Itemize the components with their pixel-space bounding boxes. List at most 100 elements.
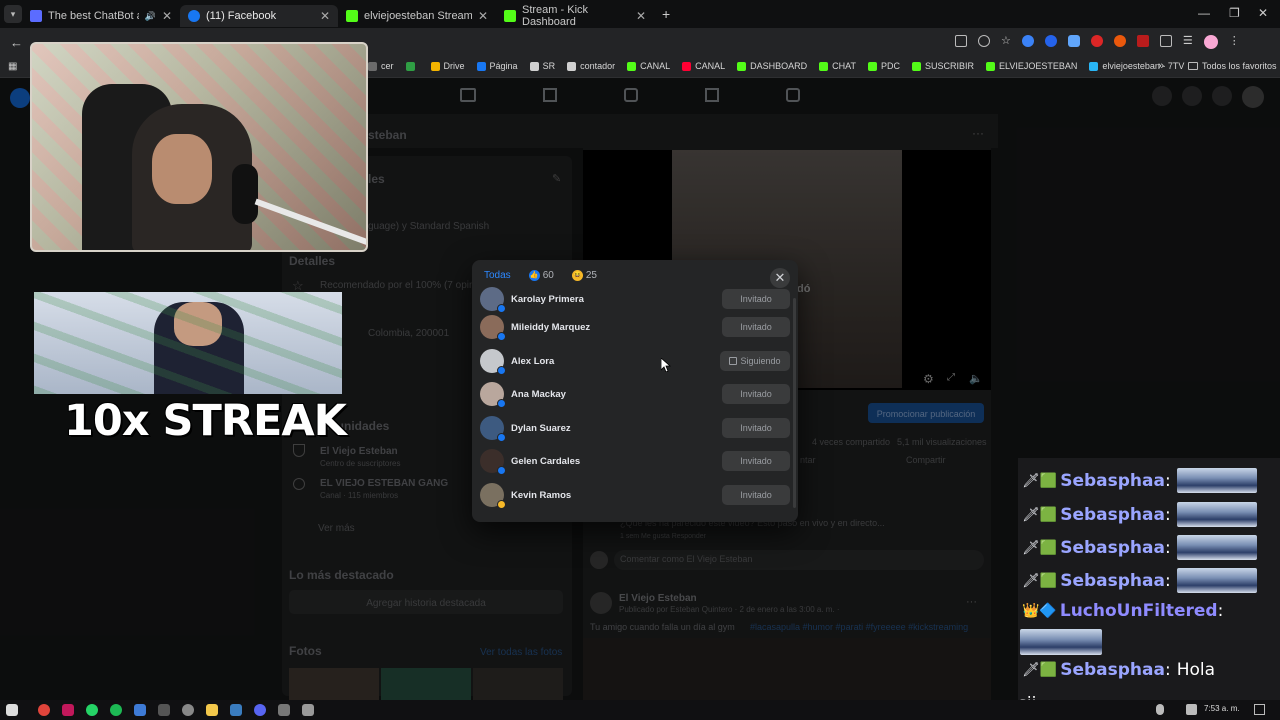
app-icon[interactable] — [62, 704, 74, 716]
profile-avatar[interactable] — [1203, 35, 1218, 49]
person-name[interactable]: Mileiddy Marquez — [511, 322, 590, 333]
bookmark-item[interactable]: ELVIEJOESTEBAN — [986, 61, 1077, 71]
bookmark-item[interactable]: CANAL — [682, 61, 725, 71]
maximize-icon[interactable]: ❐ — [1229, 6, 1240, 20]
tab-chatbot[interactable]: The best ChatBot and Widg 🔊 ✕ — [22, 5, 180, 27]
spotify-icon[interactable] — [110, 704, 122, 716]
bookmark-item[interactable]: SR — [529, 61, 555, 71]
all-favorites-folder[interactable]: Todos los favoritos — [1188, 61, 1277, 71]
extension-icon[interactable] — [1136, 35, 1149, 47]
cast-icon[interactable] — [955, 35, 967, 47]
extension-icon[interactable] — [1067, 35, 1080, 47]
following-button[interactable]: Siguiendo — [720, 351, 790, 371]
extension-icon[interactable] — [1090, 35, 1103, 47]
bookmarks-overflow-icon[interactable]: » — [1158, 60, 1164, 72]
folder-icon[interactable] — [206, 704, 218, 716]
tab-kick-stream[interactable]: elviejoesteban Stream - Watch ✕ — [338, 5, 496, 27]
person-name[interactable]: Ana Mackay — [511, 389, 566, 400]
invited-button[interactable]: Invitado — [722, 451, 790, 471]
extension-icon[interactable] — [1021, 35, 1034, 47]
speaker-tray-icon[interactable] — [1186, 704, 1197, 715]
person-name[interactable]: Alex Lora — [511, 356, 554, 367]
tab-kick-dashboard[interactable]: Stream - Kick Dashboard ✕ — [496, 4, 654, 28]
reaction-person-row[interactable]: Karolay Primera Invitado — [480, 286, 790, 313]
person-avatar[interactable] — [480, 416, 506, 442]
reaction-person-row[interactable]: Gelen Cardales Invitado — [480, 448, 790, 475]
person-name[interactable]: Karolay Primera — [511, 294, 584, 305]
zoom-icon[interactable] — [978, 35, 990, 47]
invited-button[interactable]: Invitado — [722, 485, 790, 505]
chat-username[interactable]: Sebasphaa — [1060, 660, 1165, 680]
clock[interactable]: 7:53 a. m. — [1204, 704, 1240, 713]
bookmark-item[interactable]: SUSCRIBIR — [912, 61, 974, 71]
person-name[interactable]: Kevin Ramos — [511, 490, 571, 501]
bookmark-item[interactable]: elviejoesteban - 7TV — [1089, 61, 1184, 71]
close-tab-icon[interactable]: ✕ — [320, 9, 330, 23]
person-name[interactable]: Gelen Cardales — [511, 456, 580, 467]
chrome-icon[interactable] — [38, 704, 50, 716]
invited-button[interactable]: Invitado — [722, 317, 790, 337]
person-avatar[interactable] — [480, 449, 506, 475]
extension-icon[interactable] — [1044, 35, 1057, 47]
tab-like-reactions[interactable]: 👍 60 — [528, 270, 554, 281]
chat-username[interactable]: LuchoUnFiltered — [1060, 601, 1218, 621]
mic-tray-icon[interactable] — [1156, 704, 1164, 715]
whatsapp-icon[interactable] — [86, 704, 98, 716]
invited-button[interactable]: Invitado — [722, 418, 790, 438]
tab-facebook[interactable]: (11) Facebook ✕ — [180, 5, 338, 27]
tab-all-reactions[interactable]: Todas — [484, 270, 511, 281]
invited-button[interactable]: Invitado — [722, 384, 790, 404]
tab-haha-reactions[interactable]: 😆 25 — [571, 270, 597, 281]
menu-lines-icon[interactable]: ☰ — [1183, 35, 1193, 49]
reaction-person-row[interactable]: Ana Mackay Invitado — [480, 381, 790, 408]
back-icon[interactable]: ← — [10, 35, 23, 50]
bookmark-item[interactable]: Drive — [430, 61, 465, 71]
person-avatar[interactable] — [480, 483, 506, 509]
url-field[interactable] — [380, 32, 1020, 52]
bookmark-item[interactable]: cer — [368, 61, 394, 71]
close-tab-icon[interactable]: ✕ — [636, 9, 646, 23]
app-icon[interactable] — [302, 704, 314, 716]
discord-icon[interactable] — [254, 704, 266, 716]
reaction-person-row[interactable]: Alex Lora Siguiendo — [480, 348, 790, 375]
minimize-icon[interactable]: — — [1198, 6, 1210, 20]
close-tab-icon[interactable]: ✕ — [478, 9, 488, 23]
new-tab-button[interactable]: + — [662, 6, 670, 22]
bookmark-item[interactable]: DASHBOARD — [737, 61, 807, 71]
reaction-person-row[interactable]: Dylan Suarez Invitado — [480, 415, 790, 442]
chat-username[interactable]: Sebasphaa — [1060, 538, 1165, 558]
puzzle-icon[interactable] — [1159, 35, 1172, 47]
person-avatar[interactable] — [480, 287, 506, 313]
scrollbar-handle[interactable] — [793, 298, 796, 508]
app-icon[interactable] — [278, 704, 290, 716]
reaction-person-row[interactable]: Kevin Ramos Invitado — [480, 482, 790, 509]
chat-username[interactable]: Sebasphaa — [1060, 505, 1165, 525]
tab-search-button[interactable]: ▾ — [4, 5, 22, 23]
app-icon[interactable] — [134, 704, 146, 716]
app-icon[interactable] — [230, 704, 242, 716]
person-avatar[interactable] — [480, 315, 506, 341]
person-avatar[interactable] — [480, 349, 506, 375]
close-tab-icon[interactable]: ✕ — [162, 9, 172, 23]
kebab-menu-icon[interactable]: ⋮ — [1229, 35, 1240, 49]
bookmark-item[interactable]: Página — [476, 61, 518, 71]
bookmark-item[interactable] — [405, 61, 419, 71]
invited-button[interactable]: Invitado — [722, 289, 790, 309]
bookmark-item[interactable]: PDC — [868, 61, 900, 71]
reaction-person-row[interactable]: Mileiddy Marquez Invitado — [480, 314, 790, 341]
bookmark-item[interactable]: CANAL — [627, 61, 670, 71]
star-icon[interactable]: ☆ — [1001, 35, 1011, 49]
chat-username[interactable]: Sebasphaa — [1060, 471, 1165, 491]
close-window-icon[interactable]: ✕ — [1258, 6, 1268, 20]
speaker-icon[interactable]: 🔊 — [145, 11, 156, 22]
close-modal-button[interactable]: ✕ — [770, 268, 790, 288]
notification-icon[interactable] — [1254, 704, 1265, 715]
apps-grid-icon[interactable]: ▦ — [8, 61, 17, 72]
person-name[interactable]: Dylan Suarez — [511, 423, 571, 434]
windows-start-icon[interactable] — [6, 704, 18, 716]
bookmark-item[interactable]: CHAT — [819, 61, 856, 71]
bookmark-item[interactable]: contador — [567, 61, 615, 71]
extension-icon[interactable] — [1113, 35, 1126, 47]
obs-icon[interactable] — [182, 704, 194, 716]
chat-username[interactable]: Sebasphaa — [1060, 571, 1165, 591]
